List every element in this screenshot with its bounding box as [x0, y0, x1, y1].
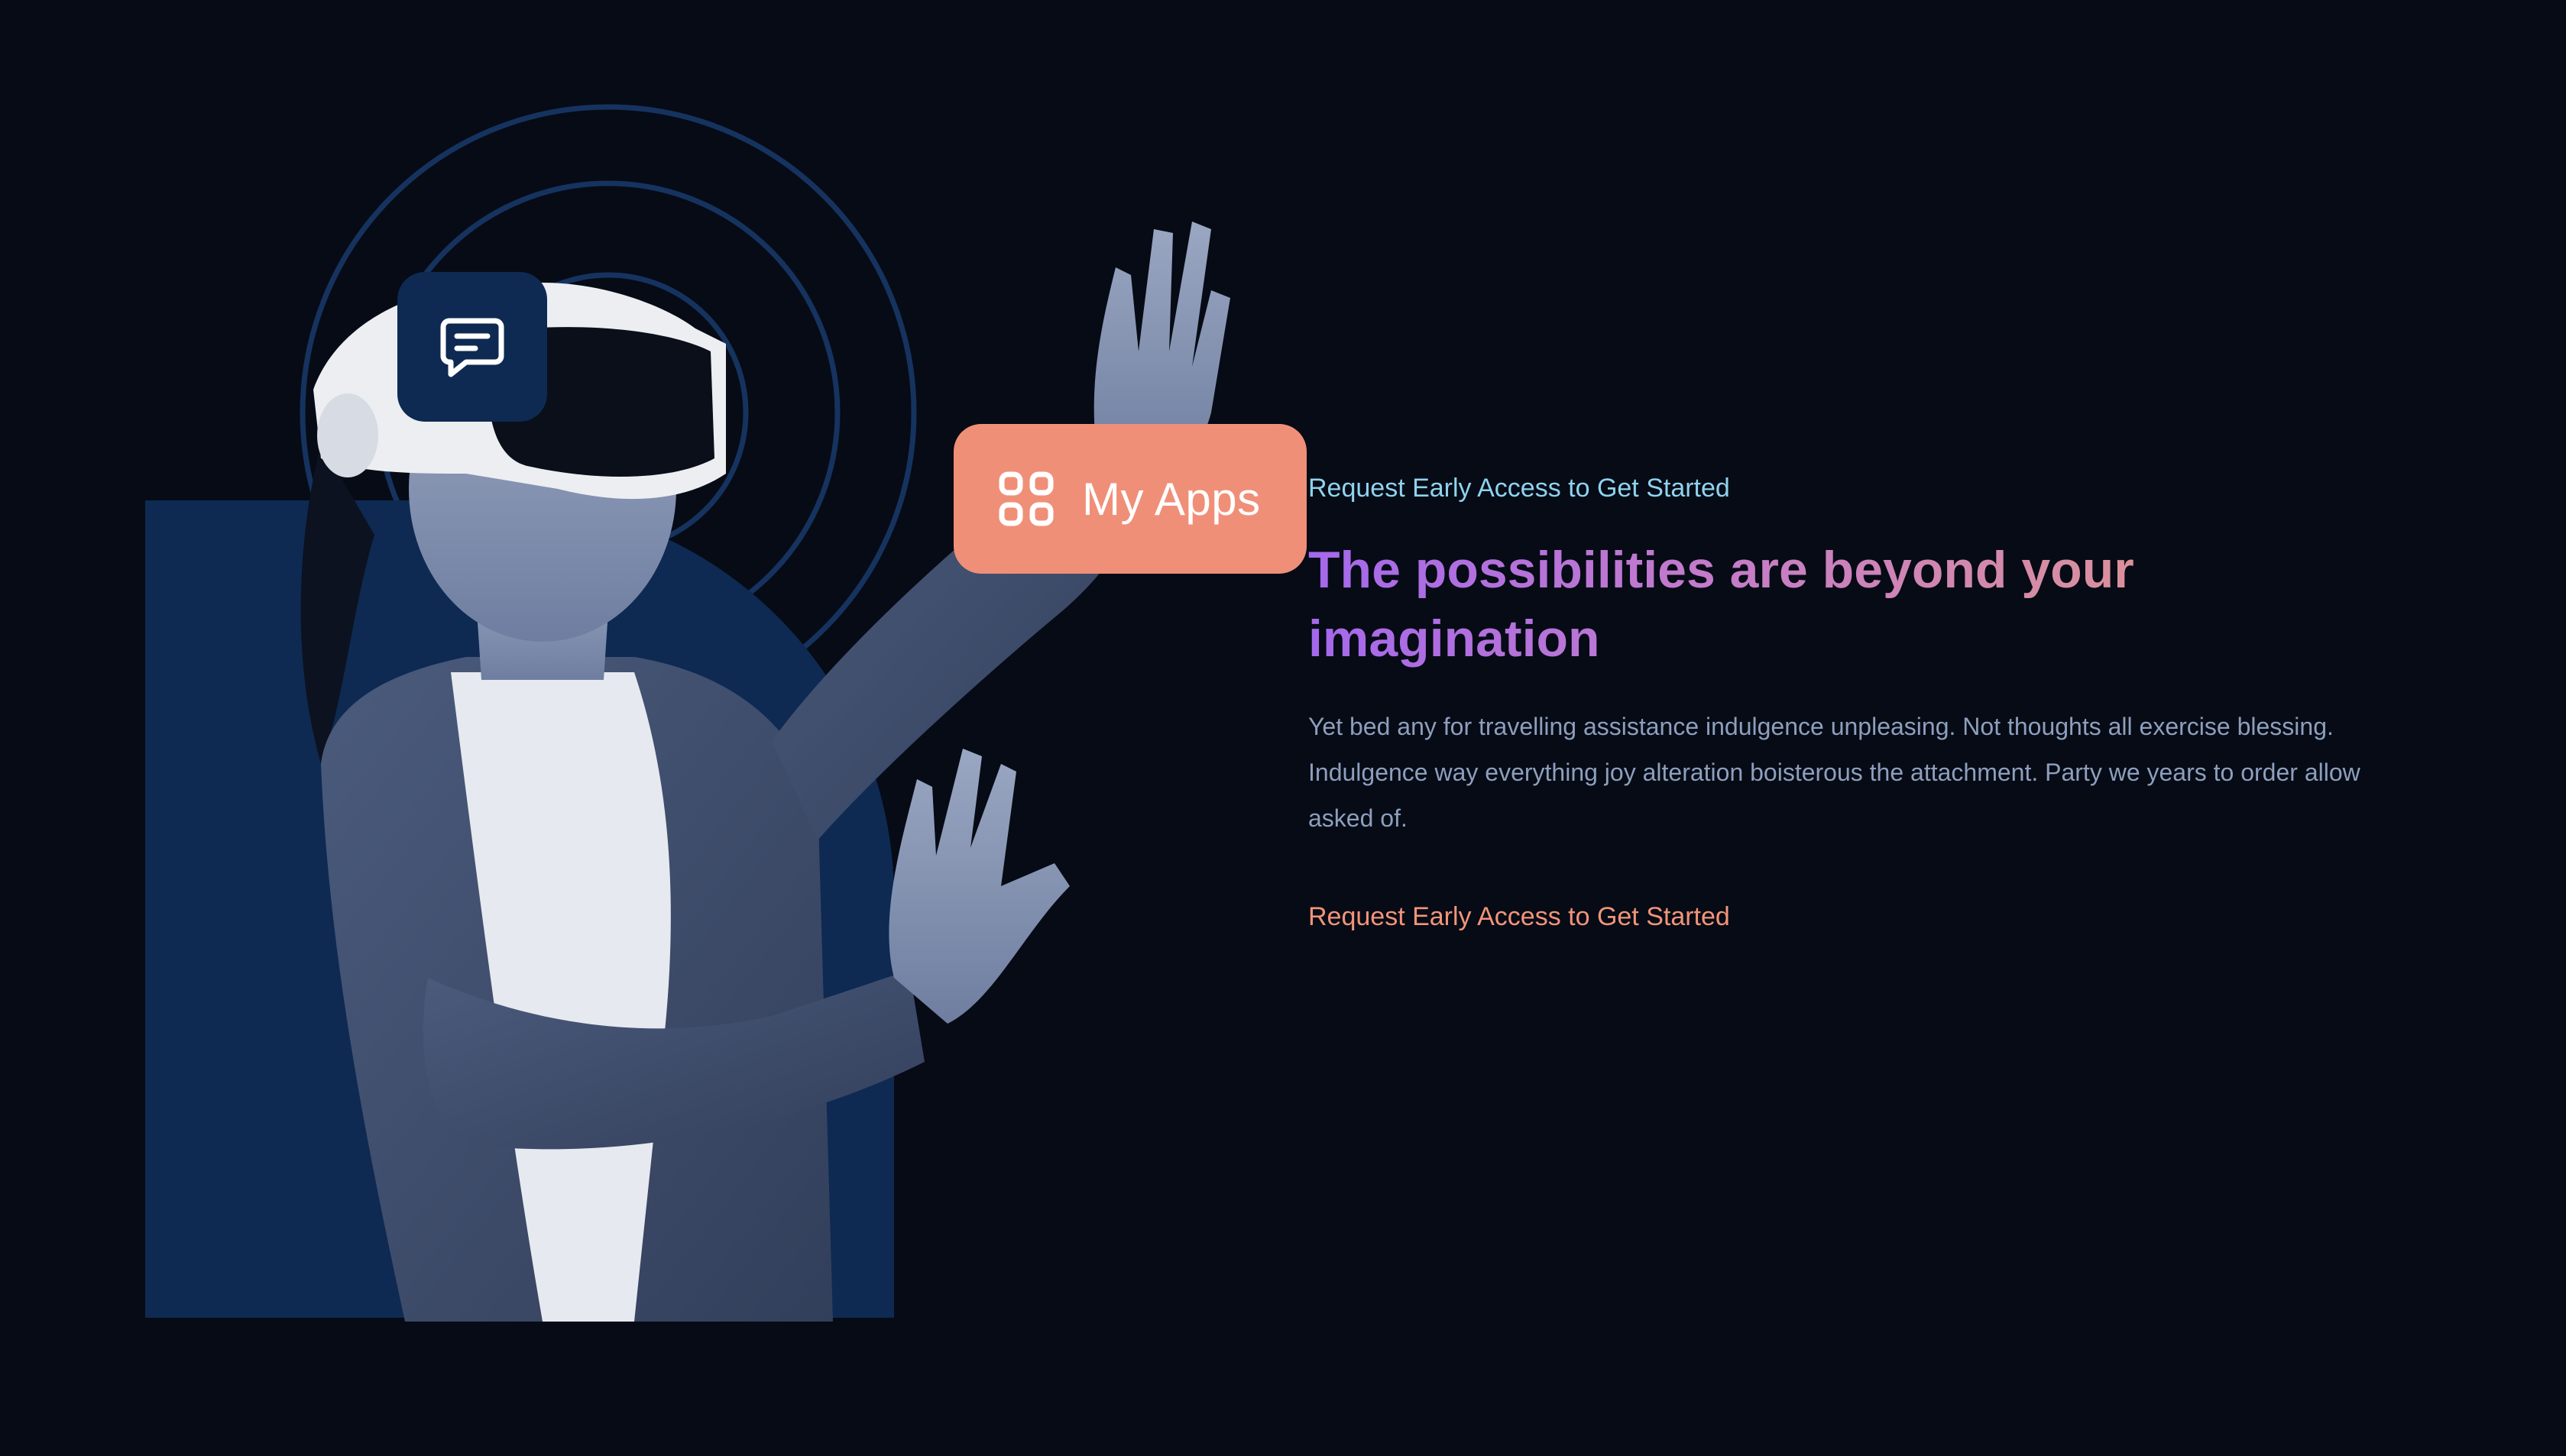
- vr-person-image: [300, 222, 1230, 1322]
- page: My Apps Request Early Access to Get Star…: [0, 0, 2566, 1456]
- hero-content: Request Early Access to Get Started The …: [1308, 474, 2424, 932]
- description-text: Yet bed any for travelling assistance in…: [1308, 713, 2360, 832]
- chat-card[interactable]: [397, 272, 547, 422]
- chat-bubble-icon: [440, 318, 504, 377]
- hero-illustration: My Apps: [145, 76, 1307, 1322]
- my-apps-label: My Apps: [1082, 473, 1261, 525]
- request-access-link[interactable]: Request Early Access to Get Started: [1308, 902, 1730, 932]
- eyebrow-text: Request Early Access to Get Started: [1308, 474, 1730, 503]
- my-apps-button[interactable]: My Apps: [954, 424, 1307, 574]
- page-title: The possibilities are beyond your imagin…: [1308, 535, 2240, 673]
- apps-grid-icon: [999, 471, 1054, 526]
